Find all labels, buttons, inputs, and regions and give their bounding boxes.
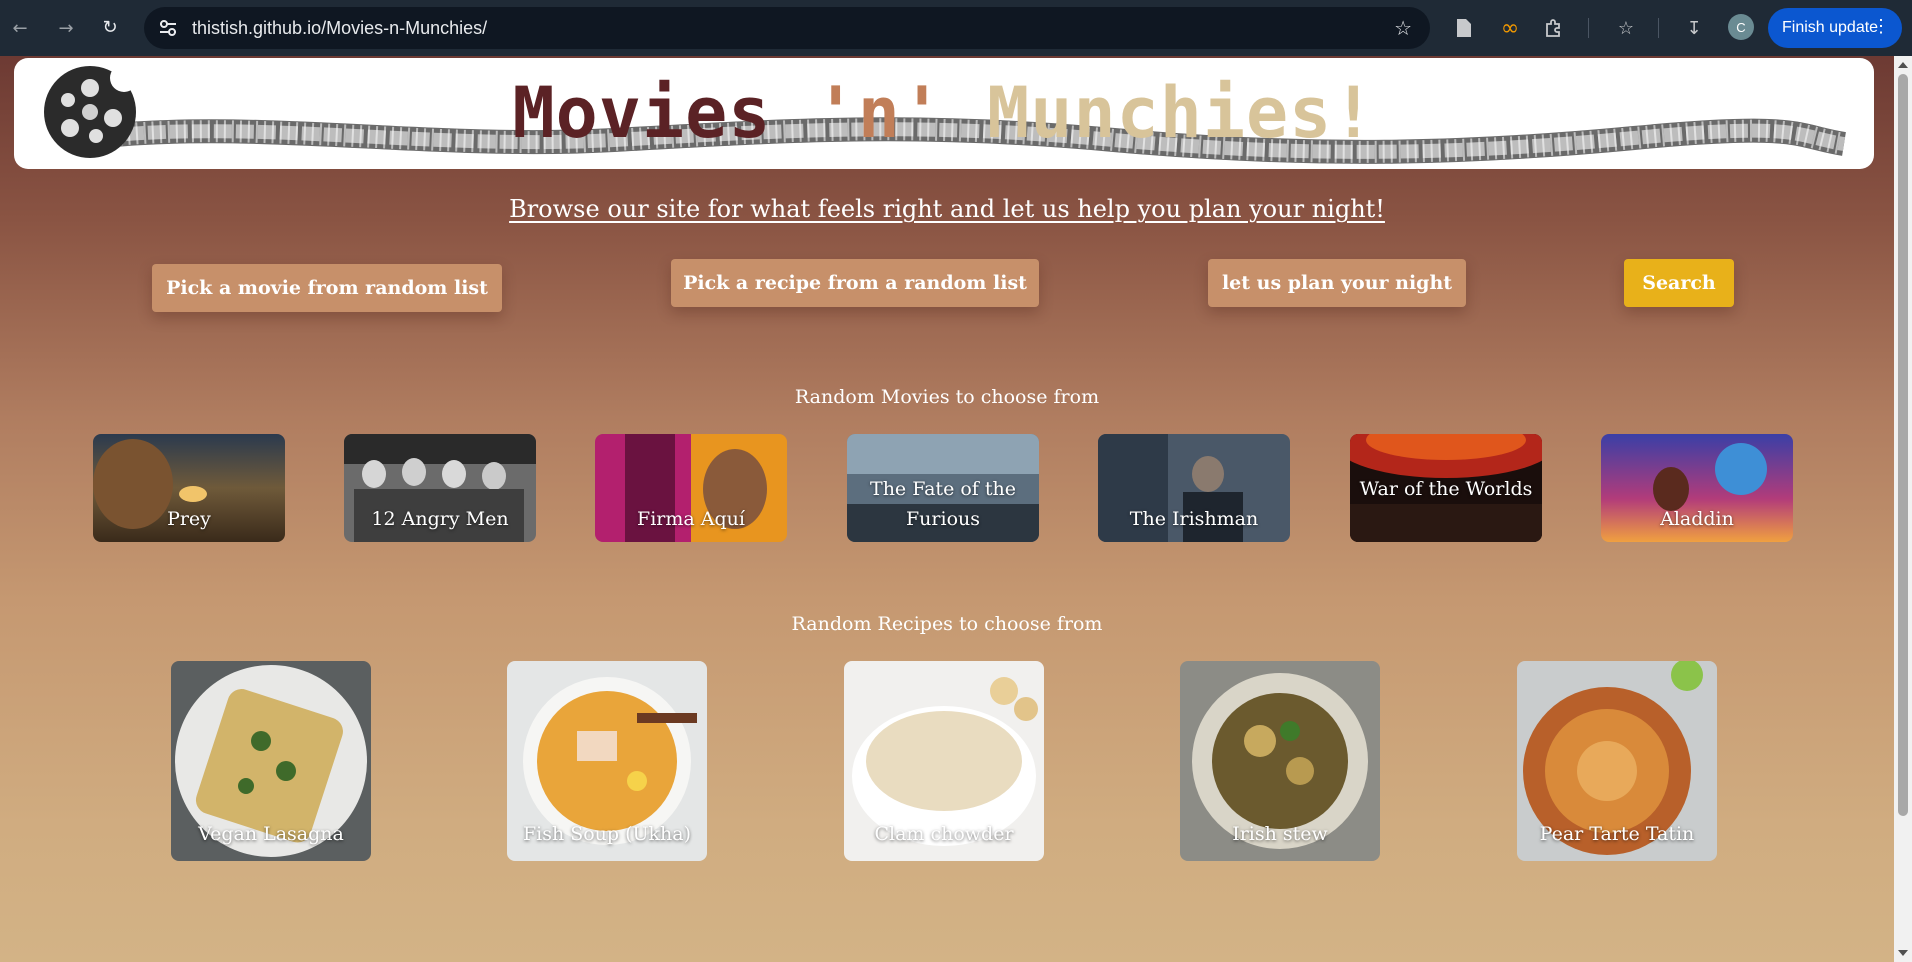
bookmark-star-icon[interactable]: ☆ xyxy=(1394,16,1412,40)
recipe-card-clam-chowder[interactable]: Clam chowder xyxy=(844,661,1044,861)
recipe-title: Clam chowder xyxy=(874,823,1014,845)
plan-night-button[interactable]: let us plan your night xyxy=(1208,259,1466,307)
scroll-up-icon[interactable] xyxy=(1898,62,1908,68)
recipe-title: Irish stew xyxy=(1232,823,1328,845)
page-scrollbar[interactable] xyxy=(1894,56,1912,962)
tagline: Browse our site for what feels right and… xyxy=(509,195,1385,223)
reading-mode-icon[interactable] xyxy=(1450,14,1478,42)
movie-title: Firma Aquí xyxy=(637,508,745,530)
movie-title: Aladdin xyxy=(1660,508,1734,530)
movie-title: War of the Worlds xyxy=(1359,478,1533,500)
movies-heading: Random Movies to choose from xyxy=(794,386,1100,408)
recipe-card-vegan-lasagna[interactable]: Vegan Lasagna xyxy=(171,661,371,861)
bookmarks-icon[interactable]: ☆ xyxy=(1612,14,1640,42)
recipe-title: Vegan Lasagna xyxy=(198,823,344,845)
movie-title: 12 Angry Men xyxy=(371,508,509,530)
scroll-down-icon[interactable] xyxy=(1898,950,1908,956)
finish-update-label: Finish update xyxy=(1782,19,1879,36)
movie-card-12-angry-men[interactable]: 12 Angry Men xyxy=(344,434,536,542)
extension-infinity-icon[interactable]: ∞ xyxy=(1496,14,1524,42)
browser-toolbar: ← → ↻ thistish.github.io/Movies-n-Munchi… xyxy=(0,0,1912,56)
page: Movies 'n' Munchies! Browse our site for… xyxy=(0,56,1894,962)
site-title-part2: 'n' xyxy=(814,72,944,154)
extensions-puzzle-icon[interactable] xyxy=(1540,14,1568,42)
site-title: Movies 'n' Munchies! xyxy=(14,72,1874,154)
avatar[interactable]: C xyxy=(1728,14,1754,40)
search-button[interactable]: Search xyxy=(1624,259,1734,307)
forward-icon[interactable]: → xyxy=(54,16,78,40)
address-bar[interactable]: thistish.github.io/Movies-n-Munchies/ ☆ xyxy=(144,7,1430,49)
recipe-card-irish-stew[interactable]: Irish stew xyxy=(1180,661,1380,861)
header-banner: Movies 'n' Munchies! xyxy=(14,58,1874,169)
menu-dots-icon[interactable]: ⋮ xyxy=(1872,16,1890,37)
movie-title: The Fate of the Furious xyxy=(870,478,1016,530)
movie-card-prey[interactable]: Prey xyxy=(93,434,285,542)
scrollbar-thumb[interactable] xyxy=(1898,74,1908,816)
site-settings-icon[interactable] xyxy=(156,16,180,40)
random-recipe-button[interactable]: Pick a recipe from a random list xyxy=(671,259,1039,307)
finish-update-button[interactable]: Finish update ⋮ xyxy=(1768,8,1902,48)
recipe-title: Pear Tarte Tatin xyxy=(1539,823,1695,845)
site-title-part3: Munchies! xyxy=(987,72,1376,154)
download-icon[interactable]: ↧ xyxy=(1680,14,1708,42)
recipe-title: Fish Soup (Ukha) xyxy=(522,823,692,845)
recipe-card-pear-tarte-tatin[interactable]: Pear Tarte Tatin xyxy=(1517,661,1717,861)
back-icon[interactable]: ← xyxy=(8,16,32,40)
movie-card-the-irishman[interactable]: The Irishman xyxy=(1098,434,1290,542)
movie-card-war-of-the-worlds[interactable]: War of the Worlds xyxy=(1350,434,1542,542)
movie-card-aladdin[interactable]: Aladdin xyxy=(1601,434,1793,542)
recipe-card-fish-soup[interactable]: Fish Soup (Ukha) xyxy=(507,661,707,861)
url-text[interactable]: thistish.github.io/Movies-n-Munchies/ xyxy=(192,18,487,39)
movie-card-firma-aqui[interactable]: Firma Aquí xyxy=(595,434,787,542)
recipes-heading: Random Recipes to choose from xyxy=(791,613,1103,635)
movie-card-fate-of-the-furious[interactable]: The Fate of the Furious xyxy=(847,434,1039,542)
movie-title: Prey xyxy=(167,508,211,530)
random-movie-button[interactable]: Pick a movie from random list xyxy=(152,264,502,312)
site-title-part1: Movies xyxy=(512,72,772,154)
movie-title: The Irishman xyxy=(1129,508,1259,530)
reload-icon[interactable]: ↻ xyxy=(98,15,122,39)
